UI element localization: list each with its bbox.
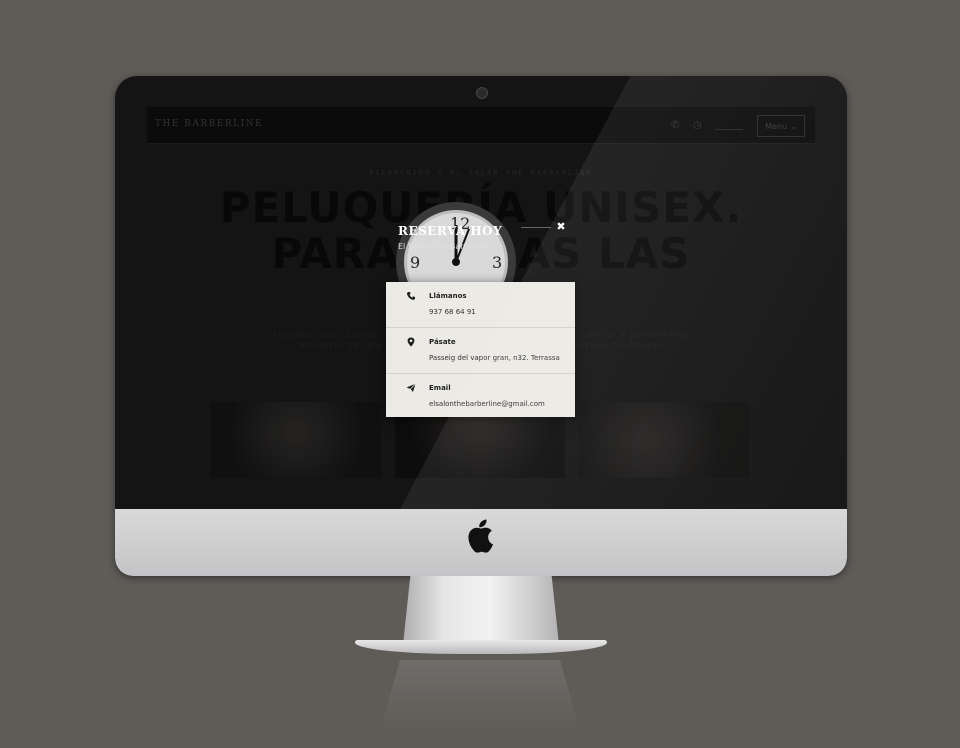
contact-value[interactable]: elsalonthebarberline@gmail.com — [429, 400, 545, 408]
apple-logo-icon — [468, 519, 493, 553]
contact-row-email[interactable]: Email elsalonthebarberline@gmail.com — [386, 374, 575, 419]
contact-label: Llámanos — [429, 292, 467, 300]
website-screen: THE BARBERLINE ✆ ◷ Menu ⌄ BIENVENIDO A E… — [143, 103, 819, 478]
close-icon[interactable]: ✖ — [554, 220, 568, 234]
svg-text:3: 3 — [492, 253, 502, 272]
camera-dot — [476, 87, 488, 99]
modal-title: RESERVA HOY — [398, 224, 503, 238]
paper-plane-icon — [406, 383, 416, 392]
monitor-stand-base — [355, 640, 607, 654]
modal-subtitle: El Salón The Barberline — [398, 242, 492, 251]
monitor: THE BARBERLINE ✆ ◷ Menu ⌄ BIENVENIDO A E… — [115, 76, 847, 576]
contact-label: Email — [429, 384, 451, 392]
modal-divider — [521, 227, 551, 228]
contact-label: Pásate — [429, 338, 456, 346]
contact-row-phone[interactable]: Llámanos 937 68 64 91 — [386, 282, 575, 328]
map-pin-icon — [407, 337, 415, 347]
contact-value[interactable]: 937 68 64 91 — [429, 308, 476, 316]
phone-icon — [406, 292, 415, 300]
contact-card: Llámanos 937 68 64 91 Pásate Passeig del… — [386, 282, 575, 417]
monitor-stand — [402, 576, 560, 646]
svg-text:9: 9 — [410, 253, 420, 272]
floor-reflection — [380, 660, 580, 730]
contact-value[interactable]: Passeig del vapor gran, n32. Terrassa — [429, 354, 560, 362]
contact-row-address[interactable]: Pásate Passeig del vapor gran, n32. Terr… — [386, 328, 575, 374]
